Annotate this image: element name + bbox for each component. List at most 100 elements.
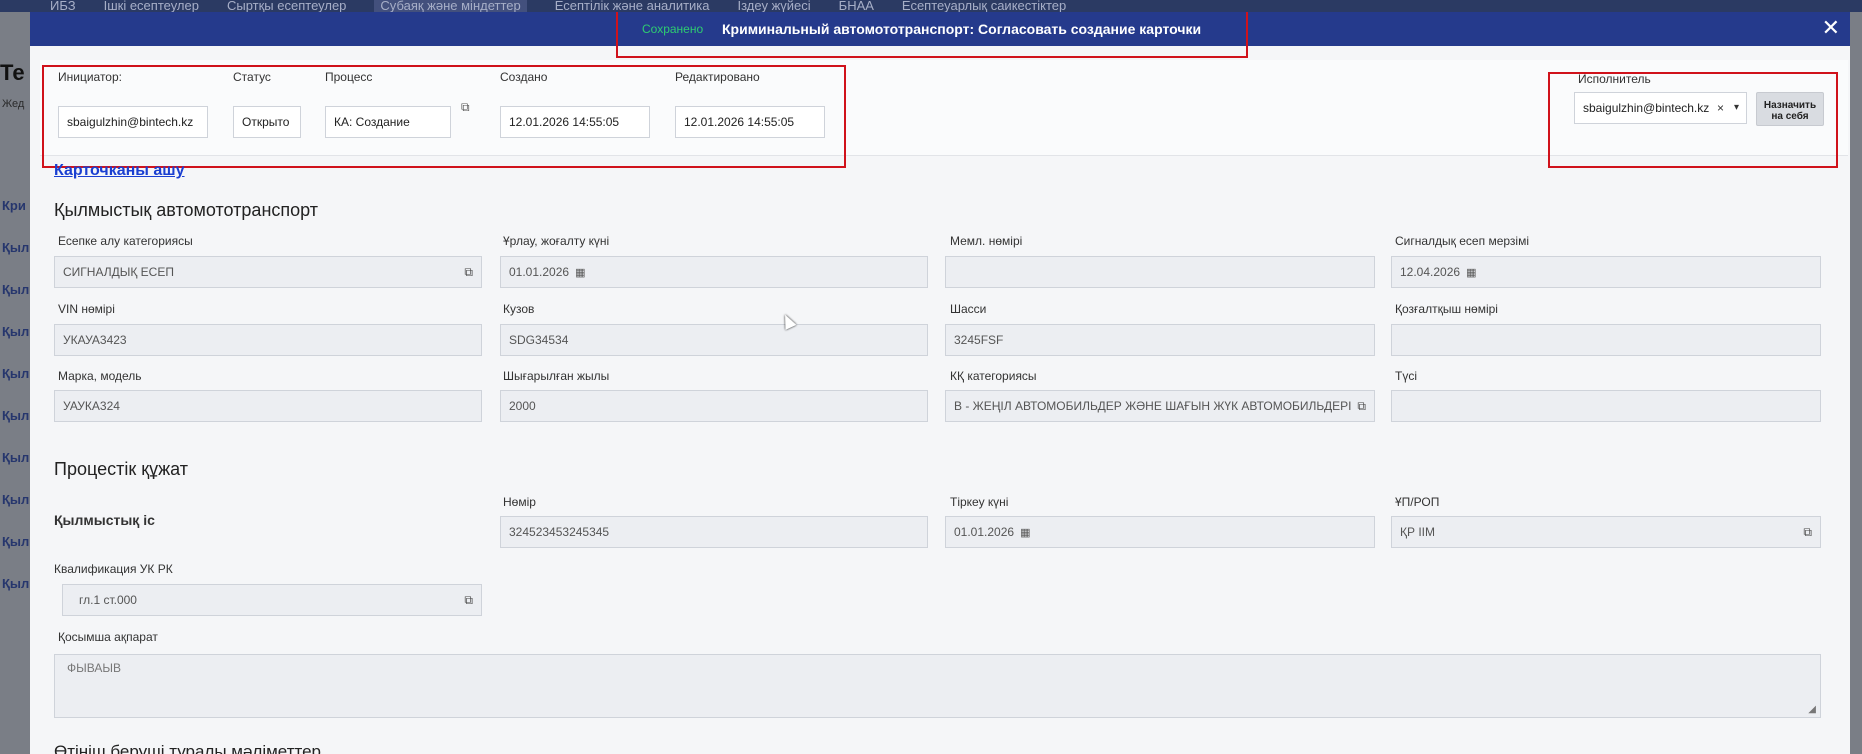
background-right-edge [1850,12,1862,754]
created-input[interactable]: 12.01.2026 14:55:05 [500,106,650,138]
executor-value: sbaigulzhin@bintech.kz [1583,101,1710,115]
assign-to-me-button[interactable]: Назначить на себя [1756,92,1824,126]
field-label: Қосымша ақпарат [58,630,158,644]
process-info-bar: Инициатор: sbaigulzhin@bintech.kz Статус… [40,60,1848,156]
accounting-category-field[interactable]: СИГНАЛДЫҚ ЕСЕП ⧉ [54,256,482,288]
body-field[interactable]: SDG34534 [500,324,928,356]
card-modal: Сохранено Криминальный автомототранспорт… [30,12,1850,754]
created-label: Создано [500,70,548,84]
external-link-icon[interactable]: ⧉ [464,585,473,615]
external-link-icon[interactable]: ⧉ [1803,517,1812,547]
calendar-icon[interactable]: ▦ [575,258,585,287]
process-input[interactable]: КА: Создание [325,106,451,138]
state-number-field[interactable] [945,256,1375,288]
section-title-document: Процестік құжат [54,459,188,479]
theft-date-field[interactable]: 01.01.2026 ▦ [500,256,928,288]
modal-header: Сохранено Криминальный автомототранспорт… [30,12,1850,46]
chassis-field[interactable]: 3245FSF [945,324,1375,356]
calendar-icon[interactable]: ▦ [1020,518,1030,547]
created-field: Создано 12.01.2026 14:55:05 [500,70,650,138]
bg-list-item: Қыл [2,240,30,255]
field-label: Қозғалтқыш нөмірі [1395,302,1498,316]
field-value: ҚР ІІМ [1400,525,1435,539]
field-label: VIN нөмірі [58,302,115,316]
field-label: Есепке алу категориясы [58,234,193,248]
engine-number-field[interactable] [1391,324,1821,356]
initiator-field: Инициатор: sbaigulzhin@bintech.kz [58,70,208,138]
up-rop-field[interactable]: ҚР ІІМ ⧉ [1391,516,1821,548]
bg-nav-item: Сыртқы есептеулер [226,0,347,12]
field-value: 01.01.2026 [509,265,570,279]
bg-nav-item: БНАА [838,0,874,12]
assign-button-line1: Назначить [1763,100,1817,111]
calendar-icon[interactable]: ▦ [1466,258,1476,287]
chevron-down-icon[interactable]: ▾ [1734,93,1739,123]
field-value: 12.04.2026 [1400,265,1461,279]
section-title-vehicle: Қылмыстық автомототранспорт [54,200,318,220]
field-label: Тіркеу күні [950,495,1009,509]
initiator-input[interactable]: sbaigulzhin@bintech.kz [58,106,208,138]
field-label: Түсі [1395,369,1417,383]
bg-list-item: Қыл [2,576,30,591]
field-label: Нөмір [503,495,536,509]
external-link-icon[interactable]: ⧉ [461,100,470,115]
bg-list-item: Қыл [2,324,30,339]
bg-list-item: Қыл [2,282,30,297]
field-label: Мемл. нөмірі [950,234,1023,248]
field-value: СИГНАЛДЫҚ ЕСЕП [63,265,174,279]
resize-handle-icon[interactable]: ◢ [1808,704,1816,715]
process-label: Процесс [325,70,373,84]
field-label: Марка, модель [58,369,142,383]
open-card-link[interactable]: Карточканы ашу [54,162,185,180]
bg-list-item: Кри [2,198,26,213]
qualification-field[interactable]: гл.1 ст.000 ⧉ [62,584,482,616]
process-field: Процесс КА: Создание ⧉ [325,70,470,138]
background-left-list: Те Жед Кри Қыл Қыл Қыл Қыл Қыл Қыл Қыл Қ… [0,12,30,754]
executor-label: Исполнитель [1578,72,1651,86]
registration-date-field[interactable]: 01.01.2026 ▦ [945,516,1375,548]
vehicle-category-field[interactable]: В - ЖЕҢІЛ АВТОМОБИЛЬДЕР ЖӘНЕ ШАҒЫН ЖҮК А… [945,390,1375,422]
field-label: Квалификация УК РК [54,562,173,576]
field-value: В - ЖЕҢІЛ АВТОМОБИЛЬДЕР ЖӘНЕ ШАҒЫН ЖҮК А… [954,399,1352,413]
field-value: гл.1 ст.000 [79,593,137,607]
make-model-field[interactable]: УАУКА324 [54,390,482,422]
field-label: Ұрлау, жоғалту күні [503,234,610,248]
bg-label: Жед [2,98,25,110]
edited-label: Редактировано [675,70,760,84]
status-input[interactable]: Открыто [233,106,301,138]
status-label: Статус [233,70,271,84]
bg-nav-item: ИБЗ [50,0,76,12]
signal-term-field[interactable]: 12.04.2026 ▦ [1391,256,1821,288]
color-field[interactable] [1391,390,1821,422]
background-nav: ИБЗ Ішкі есептеулер Сыртқы есептеулер Су… [0,0,1862,12]
field-label: Шығарылған жылы [503,369,610,383]
bg-list-item: Қыл [2,492,30,507]
field-label: ҰП/РОП [1395,495,1440,509]
field-label: КҚ категориясы [950,369,1037,383]
bg-nav-item: Ішкі есептеулер [103,0,199,12]
saved-status: Сохранено [642,22,704,36]
additional-info-textarea[interactable]: ФЫВАЫВ ◢ [54,654,1821,718]
external-link-icon[interactable]: ⧉ [464,257,473,287]
bg-nav-item: Субаяқ және міндеттер [374,0,527,12]
bg-nav-item: Есептеуарлық саикестіктер [901,0,1067,12]
field-label: Сигналдық есеп мерзімі [1395,234,1529,248]
case-number-field[interactable]: 324523453245345 [500,516,928,548]
bg-list-item: Қыл [2,408,30,423]
executor-select[interactable]: sbaigulzhin@bintech.kz × ▾ [1574,92,1747,124]
field-label: Кузов [503,302,535,316]
external-link-icon[interactable]: ⧉ [1357,391,1366,421]
bg-nav-item: Есептілік және аналитика [554,0,710,12]
bg-nav-item: Іздеу жүйесі [737,0,811,12]
bg-page-title: Те [0,60,25,85]
vin-field[interactable]: УКАУА3423 [54,324,482,356]
criminal-case-label: Қылмыстық іс [54,512,155,528]
bg-list-item: Қыл [2,534,30,549]
edited-input[interactable]: 12.01.2026 14:55:05 [675,106,825,138]
production-year-field[interactable]: 2000 [500,390,928,422]
close-icon[interactable]: ✕ [1822,16,1840,40]
section-title-applicant: Өтініш беруші туралы мәліметтер [54,742,321,754]
bg-list-item: Қыл [2,450,30,465]
bg-list-item: Қыл [2,366,30,381]
clear-icon[interactable]: × [1717,93,1724,123]
